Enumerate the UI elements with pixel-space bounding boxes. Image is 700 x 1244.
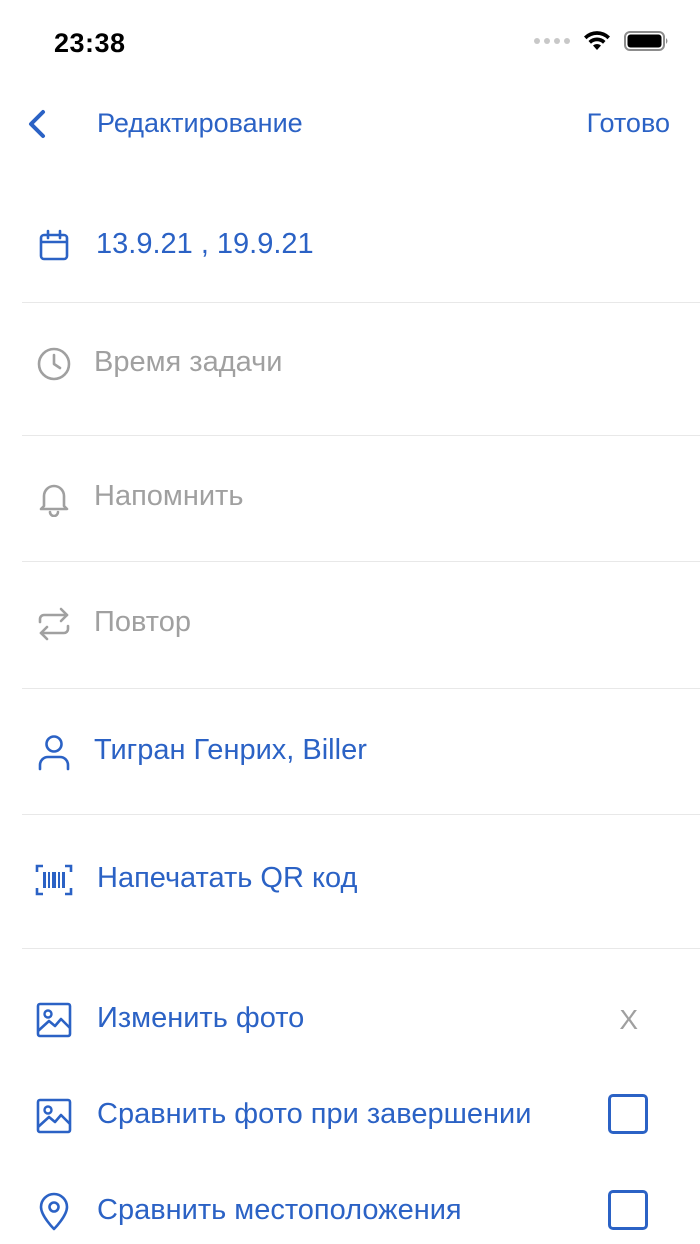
clock-icon <box>34 344 74 384</box>
divider <box>22 814 700 815</box>
task-time-label: Время задачи <box>94 346 283 378</box>
status-bar: 23:38 <box>0 0 700 88</box>
location-pin-icon <box>34 1192 74 1232</box>
status-time: 23:38 <box>54 28 126 58</box>
person-icon <box>34 732 74 772</box>
divider <box>22 948 700 949</box>
assignees-row[interactable]: Тигран Генрих, Biller <box>0 728 700 776</box>
repeat-icon <box>34 604 74 644</box>
divider <box>22 435 700 436</box>
bell-icon <box>34 478 74 518</box>
compare-photo-row: Сравнить фото при завершении <box>0 1092 700 1140</box>
remove-photo-button[interactable]: X <box>619 1004 638 1036</box>
compare-location-row: Сравнить местоположения <box>0 1188 700 1236</box>
compare-location-checkbox[interactable] <box>608 1190 648 1230</box>
divider <box>22 302 700 303</box>
date-row[interactable]: 13.9.21 , 19.9.21 <box>0 222 700 270</box>
repeat-row[interactable]: Повтор <box>0 600 700 648</box>
battery-icon <box>624 31 668 51</box>
assignees-label: Тигран Генрих, Biller <box>94 734 367 766</box>
print-qr-row[interactable]: Напечатать QR код <box>0 856 700 904</box>
page-title: Редактирование <box>97 108 303 138</box>
cellular-signal-icon <box>534 38 570 44</box>
status-indicators <box>534 30 670 52</box>
back-button[interactable] <box>26 106 56 142</box>
print-qr-label: Напечатать QR код <box>97 862 358 894</box>
divider <box>22 561 700 562</box>
navigation-bar: Редактирование Готово <box>0 96 700 152</box>
date-range-label: 13.9.21 , 19.9.21 <box>96 228 314 260</box>
image-icon <box>34 1096 74 1136</box>
task-time-row[interactable]: Время задачи <box>0 340 700 388</box>
remind-row[interactable]: Напомнить <box>0 474 700 522</box>
repeat-label: Повтор <box>94 606 191 638</box>
chevron-left-icon <box>29 110 45 138</box>
image-icon <box>34 1000 74 1040</box>
change-photo-label: Изменить фото <box>97 1002 305 1034</box>
barcode-scan-icon <box>34 860 74 900</box>
remind-label: Напомнить <box>94 480 244 512</box>
compare-photo-label: Сравнить фото при завершении <box>97 1098 532 1130</box>
divider <box>22 688 700 689</box>
calendar-icon <box>34 226 74 266</box>
change-photo-row[interactable]: Изменить фото X <box>0 996 700 1044</box>
done-button[interactable]: Готово <box>587 108 670 139</box>
wifi-icon <box>584 31 610 50</box>
compare-photo-checkbox[interactable] <box>608 1094 648 1134</box>
compare-location-label: Сравнить местоположения <box>97 1194 462 1226</box>
